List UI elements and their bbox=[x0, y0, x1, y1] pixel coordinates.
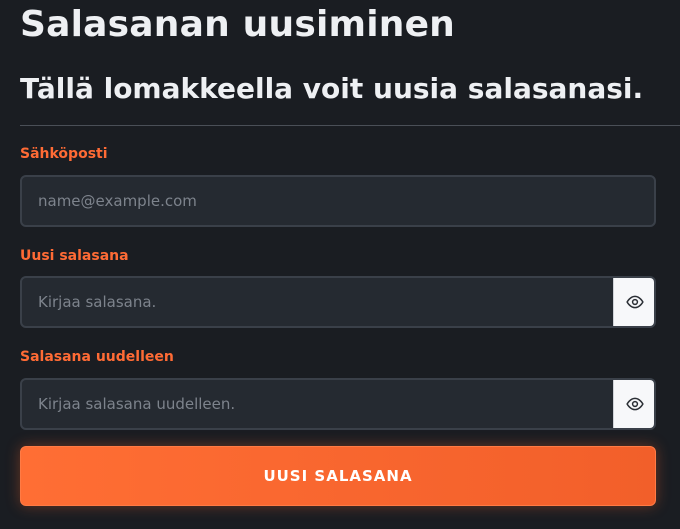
show-password-toggle[interactable] bbox=[613, 278, 654, 326]
email-field-wrapper bbox=[20, 175, 656, 227]
confirm-password-field-wrapper bbox=[20, 378, 656, 430]
email-field[interactable] bbox=[22, 177, 654, 225]
new-password-field-wrapper bbox=[20, 276, 656, 328]
eye-icon bbox=[626, 295, 644, 309]
new-password-label: Uusi salasana bbox=[20, 248, 129, 264]
new-password-field[interactable] bbox=[22, 278, 613, 326]
confirm-password-field[interactable] bbox=[22, 380, 613, 428]
page-title: Salasanan uusiminen bbox=[20, 4, 456, 45]
page-subtitle: Tällä lomakkeella voit uusia salasanasi. bbox=[20, 72, 644, 105]
show-confirm-password-toggle[interactable] bbox=[613, 380, 654, 428]
email-label: Sähköposti bbox=[20, 146, 108, 162]
confirm-password-label: Salasana uudelleen bbox=[20, 349, 174, 365]
submit-new-password-button[interactable]: UUSI SALASANA bbox=[20, 446, 656, 506]
eye-icon bbox=[626, 397, 644, 411]
header-divider bbox=[20, 125, 680, 126]
